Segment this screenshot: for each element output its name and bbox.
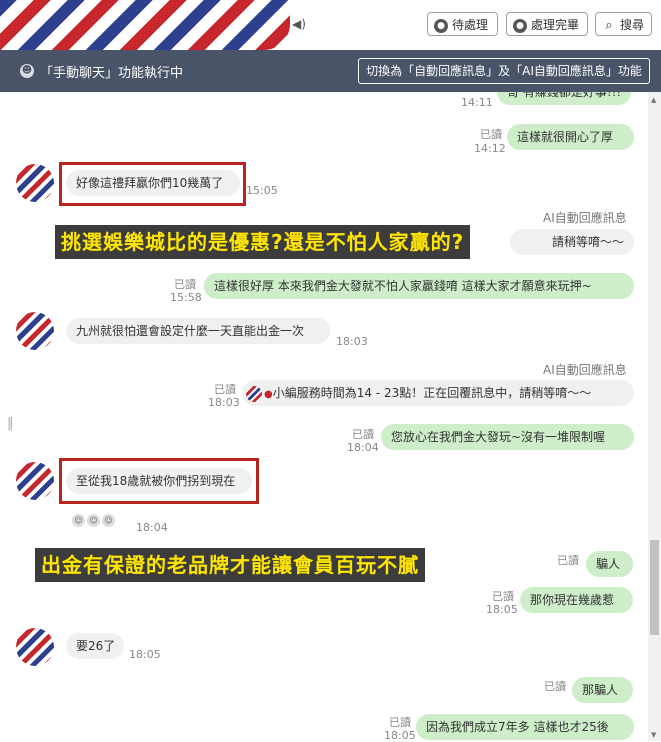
reaction-icon[interactable]: ☺ xyxy=(87,514,100,527)
avatar xyxy=(16,628,54,666)
message-time: 18:05 xyxy=(486,603,518,616)
read-status: 已讀 xyxy=(480,128,502,141)
read-status: 已讀 xyxy=(389,716,411,729)
message-time: 18:04 xyxy=(347,441,379,454)
outgoing-message: 您放心在我們金大發玩~沒有一堆限制喔 xyxy=(381,424,634,450)
message-time: 18:05 xyxy=(129,648,161,661)
scrollbar-thumb[interactable] xyxy=(650,540,659,635)
scrollbar[interactable] xyxy=(648,92,661,741)
pending-button[interactable]: ● 待處理 xyxy=(427,12,498,36)
message-time: 18:04 xyxy=(136,521,168,534)
medal-icon: ● xyxy=(264,389,273,400)
face-icon: ☻ xyxy=(20,64,34,78)
outgoing-message: 那騙人 xyxy=(572,677,633,703)
message-time: 14:11 xyxy=(461,96,493,109)
video-caption: 挑選娛樂城比的是優惠?還是不怕人家贏的? xyxy=(55,225,471,259)
reaction-icon[interactable]: ☺ xyxy=(72,514,85,527)
brand-banner xyxy=(0,0,290,50)
search-icon: ⌕ xyxy=(605,17,613,33)
video-caption: 出金有保證的老品牌才能讓會員百玩不膩 xyxy=(35,548,425,582)
highlight-box xyxy=(59,162,246,206)
header-bar: ◀) ● 待處理 ● 處理完畢 ⌕ 搜尋 xyxy=(0,0,661,50)
incoming-message: 九州就很怕還會設定什麼一天直能出金一次 xyxy=(66,318,330,344)
chat-bubble-icon: ● xyxy=(434,18,448,33)
outgoing-message: 因為我們成立7年多 這樣也才25後 xyxy=(416,714,634,740)
outgoing-message: 騙人 xyxy=(586,551,633,577)
switch-auto-reply-button[interactable]: 切換為「自動回應訊息」及「AI自動回應訊息」功能 xyxy=(358,58,650,84)
chat-check-icon: ● xyxy=(513,18,527,33)
outgoing-message: 這樣就很開心了厚 xyxy=(507,124,634,150)
ai-reply-message: 請稍等唷～～ xyxy=(510,229,634,255)
ai-reply-message: ●小編服務時間為14 - 23點！正在回覆訊息中，請稍等唷～～ xyxy=(242,380,634,406)
search-button[interactable]: ⌕ 搜尋 xyxy=(595,12,652,36)
read-status: 已讀 xyxy=(352,428,374,441)
avatar xyxy=(16,312,54,350)
avatar xyxy=(16,164,54,202)
speaker-icon[interactable]: ◀) xyxy=(292,17,306,31)
highlight-box xyxy=(59,458,259,504)
read-status: 已讀 xyxy=(557,554,579,567)
scroll-down-arrow-icon[interactable]: ▼ xyxy=(651,731,656,739)
reaction-icon[interactable]: ☺ xyxy=(102,514,115,527)
resize-handle[interactable]: ‖ xyxy=(7,416,14,431)
scroll-up-arrow-icon[interactable]: ▲ xyxy=(651,96,656,104)
status-text: 「手動聊天」功能執行中 xyxy=(40,66,184,81)
avatar xyxy=(16,462,54,500)
read-status: 已讀 xyxy=(174,278,196,291)
message-time: 15:58 xyxy=(170,291,202,304)
message-time: 15:05 xyxy=(246,184,278,197)
message-time: 18:05 xyxy=(384,729,416,742)
message-time: 18:03 xyxy=(208,396,240,409)
outgoing-message: 那你現在幾歲惹 xyxy=(520,587,633,613)
read-status: 已讀 xyxy=(492,590,514,603)
reaction-row: ☺ ☺ ☺ xyxy=(72,514,117,527)
bot-avatar-icon xyxy=(246,385,262,402)
message-time: 14:12 xyxy=(474,142,506,155)
read-status: 已讀 xyxy=(544,680,566,693)
outgoing-message: 這樣很好厚 本來我們金大發就不怕人家贏錢唷 這樣大家才願意來玩押~ xyxy=(204,273,634,299)
ai-reply-label: AI自動回應訊息 xyxy=(543,211,627,225)
ai-reply-label: AI自動回應訊息 xyxy=(543,363,627,377)
read-status: 已讀 xyxy=(214,383,236,396)
message-time: 18:03 xyxy=(336,335,368,348)
incoming-message: 要26了 xyxy=(66,633,124,659)
done-button[interactable]: ● 處理完畢 xyxy=(506,12,588,36)
